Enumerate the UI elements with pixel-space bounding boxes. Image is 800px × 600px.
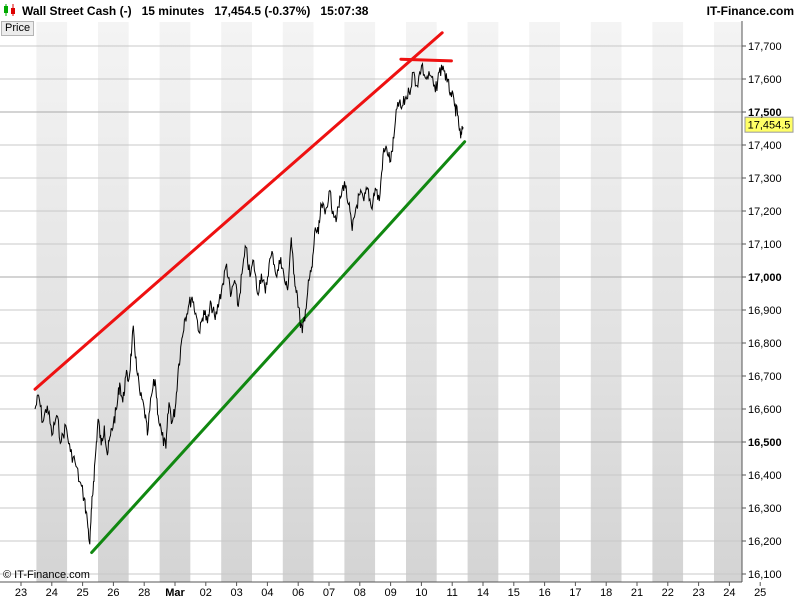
brand-name: IT-Finance.com [706,4,794,18]
y-tick-label: 16,600 [748,404,782,416]
last-price-label: 17,454.5 [748,120,791,132]
y-tick-label: 16,700 [748,371,782,383]
x-tick-label: 10 [415,587,427,599]
y-tick-label: 17,200 [748,206,782,218]
x-tick-label: Mar [165,587,185,599]
day-band [529,22,560,582]
x-tick-label: 03 [230,587,242,599]
y-tick-label: 16,900 [748,305,782,317]
y-tick-label: 16,100 [748,569,782,581]
x-tick-label: 08 [354,587,366,599]
x-tick-label: 09 [384,587,396,599]
y-tick-label: 17,500 [748,107,782,119]
x-tick-label: 14 [477,587,489,599]
day-band [560,22,591,582]
day-bands [5,22,742,582]
last-price-marker: 17,454.5 [744,116,794,133]
day-band [467,22,499,582]
y-tick-label: 17,400 [748,140,782,152]
x-axis-ticks: 23 24 25 26 28 Mar 02 03 04 06 07 08 09 10 11 14 15 16 17 1… [15,582,766,599]
y-tick-label: 16,500 [748,437,782,449]
x-tick-label: 17 [569,587,581,599]
x-tick-label: 07 [323,587,335,599]
x-tick-label: 23 [692,587,704,599]
x-tick-label: 18 [600,587,612,599]
day-band [252,22,283,582]
y-tick-label: 16,200 [748,536,782,548]
timeframe: 15 minutes [141,4,205,18]
x-tick-label: 26 [107,587,119,599]
x-tick-label: 25 [76,587,88,599]
day-band [498,22,530,582]
y-tick-label: 17,000 [748,272,782,284]
x-tick-label: 11 [446,587,457,599]
day-band [683,22,714,582]
header-info: Wall Street Cash (-) 15 minutes 17,454.5… [22,4,368,18]
clock-time: 15:07:38 [320,4,369,18]
x-tick-label: 22 [662,587,674,599]
day-band [221,22,252,582]
x-tick-label: 24 [46,587,58,599]
chart-header: Wall Street Cash (-) 15 minutes 17,454.5… [0,0,800,21]
day-band [621,22,653,582]
x-tick-label: 15 [508,587,520,599]
resistance-top-trendline[interactable] [399,57,453,63]
x-tick-label: 16 [538,587,550,599]
price-chart: 17,454.5 16,100 16,200 16,300 16,400 16,500 1… [0,0,794,599]
day-band [5,22,37,582]
x-tick-label: 06 [292,587,304,599]
day-band [652,22,684,582]
day-band [436,22,468,582]
x-tick-label: 24 [723,587,735,599]
y-tick-label: 17,100 [748,239,782,251]
candlestick-icon [4,4,15,16]
x-tick-label: 21 [631,587,643,599]
y-tick-label: 17,600 [748,74,782,86]
x-tick-label: 28 [138,587,150,599]
last-change: 17,454.5 (-0.37%) [214,4,311,18]
day-band [590,22,622,582]
x-tick-label: 04 [261,587,273,599]
y-tick-label: 16,300 [748,503,782,515]
day-band [36,22,68,582]
day-band [98,22,129,582]
copyright-text: © IT-Finance.com [3,569,90,581]
y-tick-label: 17,700 [748,41,782,53]
day-band [159,22,191,582]
day-band [714,22,742,582]
day-band [406,22,437,582]
day-band [375,22,406,582]
price-panel-tab[interactable]: Price [1,21,35,36]
x-tick-label: 23 [15,587,27,599]
y-tick-label: 17,300 [748,173,782,185]
day-band [67,22,98,582]
x-tick-label: 25 [754,587,766,599]
instrument-name: Wall Street Cash (-) [22,4,132,18]
x-tick-label: 02 [200,587,212,599]
day-band [190,22,222,582]
y-tick-label: 16,400 [748,470,782,482]
y-tick-label: 16,800 [748,338,782,350]
